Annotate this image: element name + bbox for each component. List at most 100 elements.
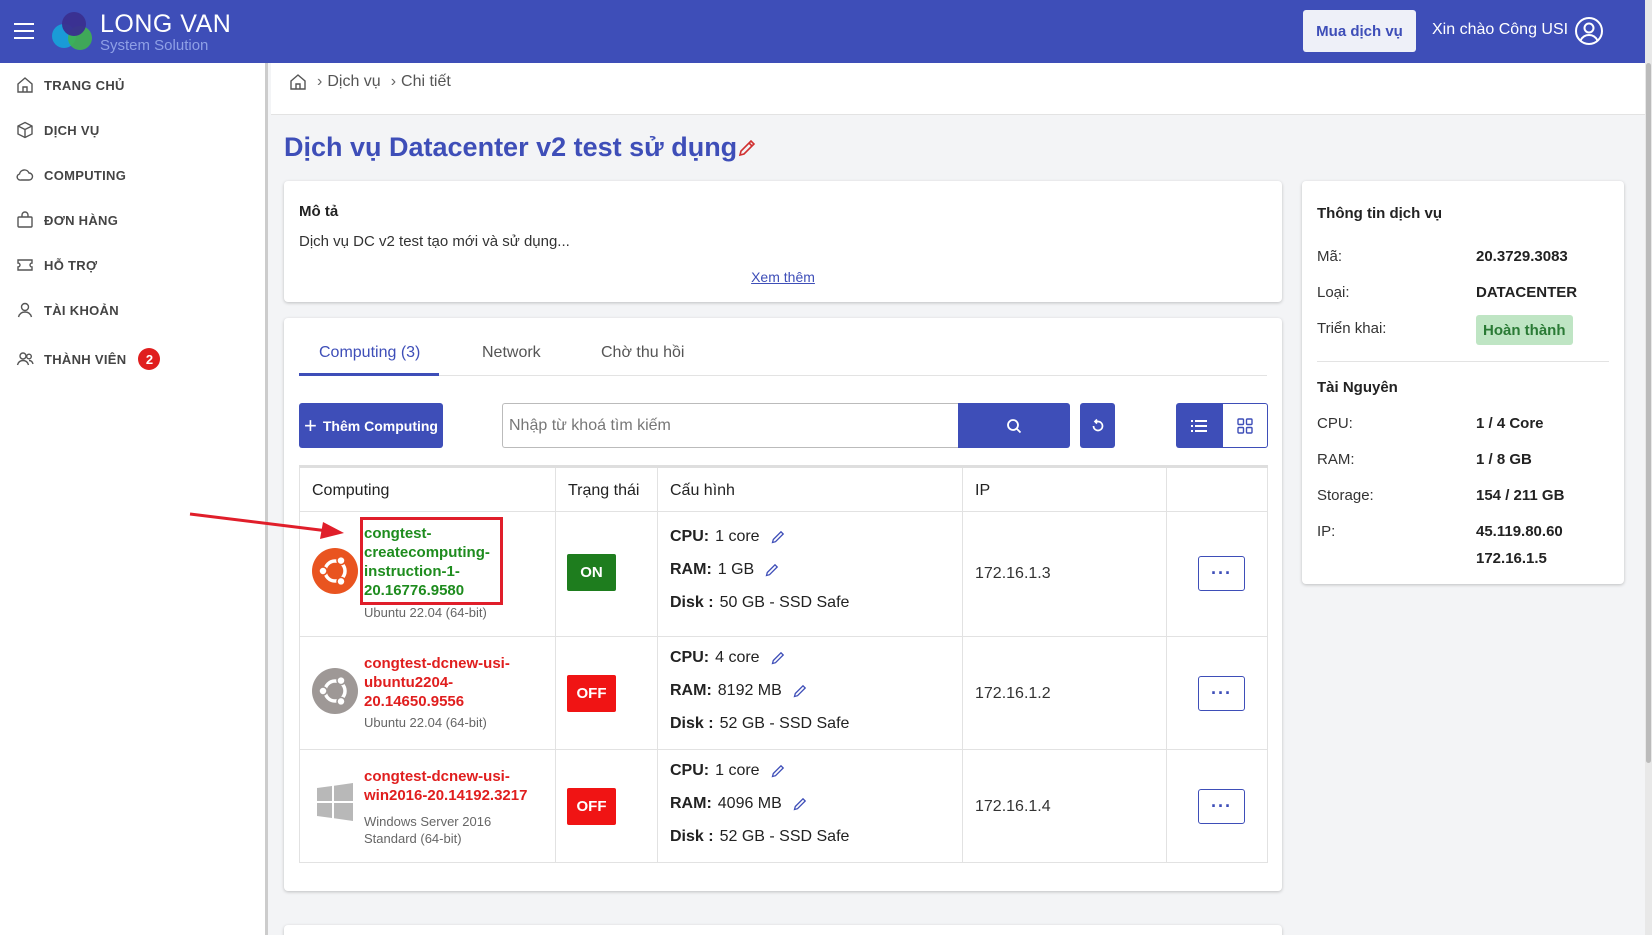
ip-address: 172.16.1.3 [975,565,1051,582]
tab-pending-recall[interactable]: Chờ thu hồi [601,344,684,362]
users-icon [16,352,34,366]
sidebar-item-account[interactable]: TÀI KHOẢN [16,299,119,321]
ip-address: 172.16.1.2 [975,685,1051,702]
page-title: Dịch vụ Datacenter v2 test sử dụng [284,132,738,162]
ubuntu-icon [312,548,358,594]
logo[interactable]: LONG VAN System Solution [50,10,231,54]
disk-config: Disk :50 GB - SSD Safe [670,594,850,611]
sidebar-item-label: THÀNH VIÊN [44,351,127,367]
edit-cpu-icon[interactable] [770,529,786,545]
ram-label: RAM: [1317,451,1355,468]
sidebar-item-home[interactable]: TRANG CHỦ [16,74,125,96]
computing-table: Computing Trạng thái Cấu hình IP congtes… [299,465,1268,863]
computing-name-link[interactable]: congtest-dcnew-usi-ubuntu2204- 20.14650.9… [364,654,510,711]
ticket-icon [17,259,33,271]
table-row: congtest-dcnew-usi-win2016-20.14192.3217… [300,750,1268,863]
ram-config: RAM: 4096 MB [670,795,808,813]
search-icon [1007,418,1022,433]
cpu-config: CPU: 1 core [670,528,786,546]
column-header: Cấu hình [658,468,963,511]
breadcrumb: › Dịch vụ › Chi tiết [289,73,451,91]
ip-label: IP: [1317,523,1336,540]
public-ip-value: 45.119.80.60 [1476,523,1563,540]
cpu-label: CPU: [1317,415,1353,432]
cpu-config: CPU: 1 core [670,762,786,780]
os-label: Ubuntu 22.04 (64-bit) [364,605,487,620]
sidebar-item-orders[interactable]: ĐƠN HÀNG [16,209,118,231]
tab-network[interactable]: Network [482,344,541,362]
status-badge: OFF [567,788,616,825]
description-text: Dịch vụ DC v2 test tạo mới và sử dụng... [299,233,570,250]
table-row: congtest-dcnew-usi-ubuntu2204- 20.14650.9… [300,637,1268,750]
code-value: 20.3729.3083 [1476,248,1568,265]
column-header: IP [963,468,1167,511]
sidebar-item-services[interactable]: DỊCH VỤ [16,119,100,141]
next-card [284,925,1282,935]
tab-computing[interactable]: Computing (3) [319,344,420,362]
search-button[interactable] [958,403,1070,448]
user-icon [17,302,33,318]
more-actions-button[interactable]: ··· [1198,556,1245,591]
menu-icon[interactable] [14,23,34,39]
sidebar-item-label: ĐƠN HÀNG [44,212,119,228]
sidebar-item-label: TRANG CHỦ [44,77,125,93]
ram-value: 1 / 8 GB [1476,451,1532,468]
scrollbar-thumb[interactable] [1646,63,1651,763]
info-title: Thông tin dịch vụ [1317,205,1442,222]
grid-icon [1237,417,1253,434]
cpu-config: CPU: 4 core [670,649,786,667]
deploy-label: Triển khai: [1317,320,1387,337]
tab-bar: Computing (3) Network Chờ thu hồi [299,318,1267,376]
see-more-link[interactable]: Xem thêm [284,269,1282,285]
sidebar-item-members[interactable]: THÀNH VIÊN 2 [16,348,161,370]
sidebar-item-computing[interactable]: COMPUTING [16,164,126,186]
cpu-value: 1 / 4 Core [1476,415,1544,432]
bag-icon [17,211,33,228]
cube-icon [17,121,33,139]
edit-ram-icon[interactable] [792,796,808,812]
ram-config: RAM: 8192 MB [670,682,808,700]
description-title: Mô tả [299,203,339,220]
os-label: Ubuntu 22.04 (64-bit) [364,715,487,730]
sidebar: TRANG CHỦ DỊCH VỤ COMPUTING ĐƠN HÀNG HỖ … [0,63,268,935]
add-computing-label: Thêm Computing [322,417,438,434]
disk-config: Disk :52 GB - SSD Safe [670,715,850,732]
edit-cpu-icon[interactable] [770,763,786,779]
search-input[interactable] [502,403,958,448]
windows-icon [317,783,353,821]
sidebar-item-label: COMPUTING [44,167,127,183]
sidebar-item-label: TÀI KHOẢN [44,302,119,318]
edit-pencil-icon[interactable] [736,137,758,159]
sidebar-item-support[interactable]: HỖ TRỢ [16,254,97,276]
more-actions-button[interactable]: ··· [1198,789,1245,824]
storage-value: 154 / 211 GB [1476,487,1565,504]
edit-cpu-icon[interactable] [770,650,786,666]
breadcrumb-bar: › Dịch vụ › Chi tiết [271,63,1645,115]
code-label: Mã: [1317,248,1343,265]
list-view-button[interactable] [1176,403,1222,448]
account-circle-icon[interactable] [1574,16,1604,46]
add-computing-button[interactable]: + Thêm Computing [299,403,443,448]
breadcrumb-services[interactable]: Dịch vụ [327,73,380,91]
column-header [1167,468,1268,511]
computing-name-link[interactable]: congtest-dcnew-usi-win2016-20.14192.3217 [364,767,527,805]
table-header-row: Computing Trạng thái Cấu hình IP [300,468,1268,512]
storage-label: Storage: [1317,487,1374,504]
chevron-right-icon: › [390,73,397,90]
top-header: LONG VAN System Solution Mua dịch vụ Xin… [0,0,1652,63]
chevron-right-icon: › [317,73,323,90]
refresh-button[interactable] [1080,403,1115,448]
private-ip-value: 172.16.1.5 [1476,550,1547,567]
grid-view-button[interactable] [1222,403,1268,448]
home-icon[interactable] [289,73,307,91]
edit-ram-icon[interactable] [792,683,808,699]
service-info-card: Thông tin dịch vụ Mã: 20.3729.3083 Loại:… [1302,181,1624,584]
table-row: congtest-createcomputing-instruction-1- 2… [300,512,1268,637]
home-icon [17,77,33,93]
refresh-icon [1092,418,1103,431]
edit-ram-icon[interactable] [764,562,780,578]
more-actions-button[interactable]: ··· [1198,676,1245,711]
logo-mark-icon [52,12,92,50]
buy-service-button[interactable]: Mua dịch vụ [1303,10,1416,52]
column-header: Trạng thái [556,468,658,511]
